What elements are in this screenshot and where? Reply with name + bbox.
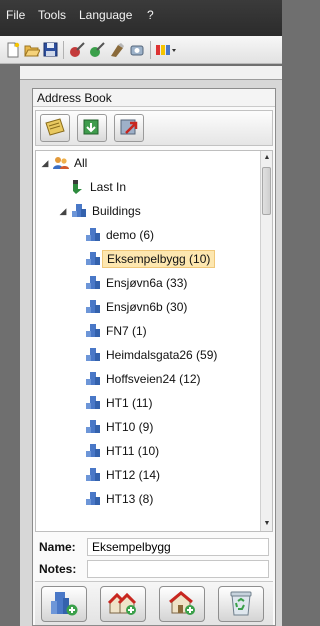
open-icon[interactable]: [23, 41, 40, 58]
collapse-arrow-icon[interactable]: ◢: [56, 206, 70, 217]
menu-language[interactable]: Language: [79, 8, 132, 22]
tree-item-building[interactable]: HT13 (8): [84, 489, 157, 509]
tree-label: Eksempelbygg (10): [102, 250, 216, 268]
tree-item-building[interactable]: Heimdalsgata26 (59): [84, 345, 221, 365]
main-toolbar: [0, 36, 282, 64]
colors-icon[interactable]: [155, 41, 177, 58]
name-label: Name:: [39, 540, 76, 554]
building-icon: [84, 467, 102, 483]
panel-title: Address Book: [33, 89, 275, 107]
tree-item-buildings[interactable]: ◢ Buildings: [56, 201, 145, 221]
tool-4-icon[interactable]: [128, 41, 145, 58]
tree-label: Hoffsveien24 (12): [106, 372, 201, 386]
tree-scrollbar[interactable]: ▲ ▼: [260, 151, 272, 531]
building-icon: [84, 251, 102, 267]
tree-item-building[interactable]: HT12 (14): [84, 465, 164, 485]
dock-area: Address Book ◢ All Last In ◢ Buildings d…: [20, 66, 282, 626]
recycle-bin-button[interactable]: [218, 586, 264, 622]
address-book-actions: [35, 581, 273, 625]
tree-item-building[interactable]: demo (6): [84, 225, 158, 245]
contact-card-icon: [44, 117, 66, 140]
tool-3-icon[interactable]: [108, 41, 125, 58]
building-icon: [84, 299, 102, 315]
name-field[interactable]: [87, 538, 269, 556]
export-icon: [118, 117, 140, 140]
tree-label: All: [74, 156, 88, 170]
tree-label: FN7 (1): [106, 324, 147, 338]
address-book-toolbar: [35, 110, 273, 146]
tree-item-building[interactable]: Ensjøvn6b (30): [84, 297, 191, 317]
tree-item-all[interactable]: ◢ All: [38, 153, 91, 173]
notes-label: Notes:: [39, 562, 77, 576]
menu-tools[interactable]: Tools: [38, 8, 66, 22]
tool-2-icon[interactable]: [88, 41, 105, 58]
tree-label: HT11 (10): [106, 444, 160, 458]
group-users-icon: [52, 155, 70, 171]
building-icon: [84, 275, 102, 291]
building-icon: [84, 491, 102, 507]
building-icon: [84, 395, 102, 411]
add-building-icon: [49, 589, 79, 620]
building-icon: [84, 227, 102, 243]
tree-label: Heimdalsgata26 (59): [106, 348, 218, 362]
tree-label: Buildings: [92, 204, 141, 218]
tree-item-building[interactable]: Ensjøvn6a (33): [84, 273, 191, 293]
recycle-bin-icon: [228, 589, 254, 620]
tree-item-building[interactable]: HT10 (9): [84, 417, 157, 437]
buildings-icon: [70, 203, 88, 219]
contact-card-button[interactable]: [40, 114, 70, 142]
building-icon: [84, 347, 102, 363]
tree-item-last-in[interactable]: Last In: [68, 177, 130, 197]
tree-item-building[interactable]: HT1 (11): [84, 393, 156, 413]
address-tree[interactable]: ◢ All Last In ◢ Buildings demo (6) Eksem…: [35, 150, 273, 532]
tree-label: Ensjøvn6b (30): [106, 300, 188, 314]
tree-label: HT1 (11): [106, 396, 153, 410]
scroll-thumb[interactable]: [262, 167, 271, 215]
address-book-panel: Address Book ◢ All Last In ◢ Buildings d…: [32, 88, 276, 626]
tree-item-building[interactable]: FN7 (1): [84, 321, 151, 341]
new-icon[interactable]: [4, 41, 21, 58]
notes-field[interactable]: [87, 560, 269, 578]
tree-item-building[interactable]: Hoffsveien24 (12): [84, 369, 205, 389]
import-icon: [81, 117, 103, 140]
tree-item-building-selected[interactable]: Eksempelbygg (10): [84, 249, 216, 269]
add-house-button[interactable]: [159, 586, 205, 622]
building-icon: [84, 419, 102, 435]
building-icon: [84, 443, 102, 459]
tree-label: Last In: [90, 180, 127, 194]
scroll-down-arrow-icon[interactable]: ▼: [261, 517, 272, 531]
notes-row: Notes:: [35, 559, 273, 579]
building-icon: [84, 371, 102, 387]
last-in-icon: [68, 179, 86, 195]
tree-label: HT10 (9): [106, 420, 154, 434]
scroll-up-arrow-icon[interactable]: ▲: [261, 151, 272, 165]
tool-1-icon[interactable]: [68, 41, 85, 58]
save-icon[interactable]: [42, 41, 59, 58]
collapse-arrow-icon[interactable]: ◢: [38, 158, 52, 169]
menu-help[interactable]: ?: [147, 8, 154, 22]
tree-item-building[interactable]: HT11 (10): [84, 441, 163, 461]
tree-label: HT13 (8): [106, 492, 154, 506]
tree-label: Ensjøvn6a (33): [106, 276, 188, 290]
tree-label: HT12 (14): [106, 468, 161, 482]
add-building-button[interactable]: [41, 586, 87, 622]
add-houses-button[interactable]: [100, 586, 146, 622]
export-button[interactable]: [114, 114, 144, 142]
tree-label: demo (6): [106, 228, 155, 242]
add-house-icon: [167, 589, 197, 620]
menu-bar: File Tools Language ?: [0, 0, 282, 36]
building-icon: [84, 323, 102, 339]
add-houses-icon: [107, 589, 138, 620]
menu-file[interactable]: File: [6, 8, 25, 22]
name-row: Name:: [35, 537, 273, 557]
import-button[interactable]: [77, 114, 107, 142]
